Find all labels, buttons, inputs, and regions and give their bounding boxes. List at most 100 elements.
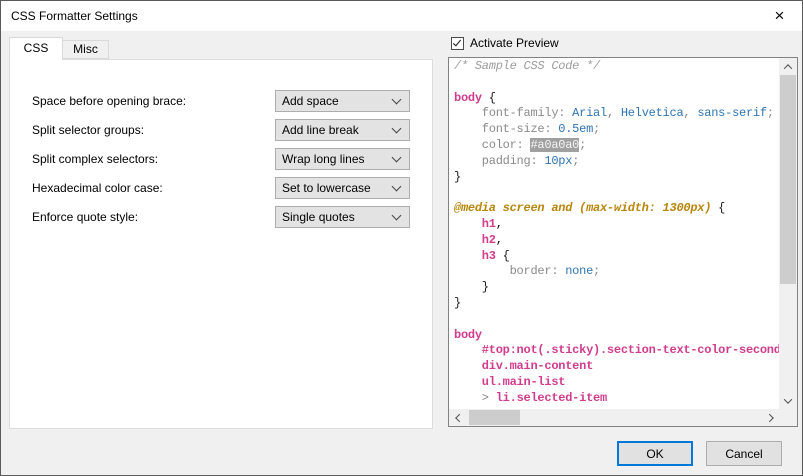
window-title: CSS Formatter Settings [1,9,757,23]
code-token: { [496,249,510,263]
scroll-down-button[interactable] [779,392,797,409]
close-icon: × [775,6,785,26]
horizontal-scrollbar-thumb[interactable] [469,410,520,425]
chevron-down-icon [392,95,402,105]
code-token: div.main-content [454,359,593,373]
cancel-button[interactable]: Cancel [706,441,782,466]
activate-preview-checkbox[interactable]: Activate Preview [451,35,559,51]
chevron-down-icon [784,395,792,403]
chevron-down-icon [392,153,402,163]
combo-selected-value: Wrap long lines [276,152,393,166]
combo-selected-value: Set to lowercase [276,181,393,195]
code-token: none [565,264,593,278]
chevron-down-icon [392,182,402,192]
code-token: border: [454,264,565,278]
chevron-down-icon [392,211,402,221]
activate-preview-label: Activate Preview [470,36,559,50]
code-token: { [711,201,725,215]
code-line: #top:not(.sticky).section-text-color-sec… [454,343,779,359]
code-line: padding: 10px; [454,154,779,170]
code-token: } [454,296,461,310]
code-token: h3 [454,249,496,263]
combobox-5[interactable]: Single quotes [275,206,410,228]
code-token: h1 [454,217,496,231]
code-line: } [454,170,779,186]
form-row: Split complex selectors: Wrap long lines [10,148,432,170]
code-token: { [482,91,496,105]
combo-selected-value: Add line break [276,123,393,137]
code-token: ; [572,154,579,168]
code-token: sans-serif [697,106,767,120]
code-token: @media screen and (max-width: 1300px) [454,201,711,215]
close-button[interactable]: × [757,1,802,31]
code-token: color: [454,138,530,152]
code-token: font-family: [454,106,572,120]
code-token: body [454,328,482,342]
combobox-2[interactable]: Add line break [275,119,410,141]
scroll-left-button[interactable] [449,409,466,426]
ok-button[interactable]: OK [617,441,693,466]
scroll-up-button[interactable] [779,58,797,75]
form-row: Hexadecimal color case: Set to lowercase [10,177,432,199]
code-line: body { [454,91,779,107]
code-line: body [454,328,779,344]
code-line: h1, [454,217,779,233]
code-line: div.main-content [454,359,779,375]
code-line: } [454,296,779,312]
form-label: Split complex selectors: [32,148,158,170]
title-bar: CSS Formatter Settings × [1,1,802,31]
code-line: > li.selected-item [454,391,779,407]
code-token: ul.main-list [454,375,565,389]
code-token: 10px [544,154,572,168]
code-token: #top:not(.sticky).section-text-color-sec… [454,343,779,357]
chevron-left-icon [455,413,463,421]
horizontal-scrollbar[interactable] [449,409,779,426]
code-line: color: #a0a0a0; [454,138,779,154]
chevron-up-icon [784,64,792,72]
code-line: h2, [454,233,779,249]
code-line: } [454,280,779,296]
form-label: Split selector groups: [32,119,144,141]
form-row: Enforce quote style: Single quotes [10,206,432,228]
code-line: font-family: Arial, Helvetica, sans-seri… [454,106,779,122]
code-line [454,75,779,91]
checkmark-icon [453,37,461,46]
code-line [454,312,779,328]
combobox-4[interactable]: Set to lowercase [275,177,410,199]
code-token: font-size: [454,122,558,136]
code-preview: /* Sample CSS Code */ body { font-family… [449,58,779,409]
code-line: @media screen and (max-width: 1300px) { [454,201,779,217]
code-token: h2 [454,233,496,247]
code-line [454,185,779,201]
css-preview-pane: /* Sample CSS Code */ body { font-family… [448,57,798,427]
code-token: 0.5em [558,122,593,136]
code-token: } [454,170,461,184]
tab-css[interactable]: CSS [9,37,63,60]
vertical-scrollbar-thumb[interactable] [780,75,796,284]
css-formatter-settings-dialog: CSS Formatter Settings × CSS Misc Space … [0,0,803,476]
form-label: Space before opening brace: [32,90,186,112]
code-token: Arial [572,106,607,120]
code-token: /* Sample CSS Code */ [454,59,600,73]
chevron-down-icon [392,124,402,134]
scroll-right-button[interactable] [762,409,779,426]
code-token: body [454,91,482,105]
combobox-3[interactable]: Wrap long lines [275,148,410,170]
tab-misc[interactable]: Misc [63,40,109,59]
code-line: h3 { [454,249,779,265]
vertical-scrollbar[interactable] [779,58,797,409]
code-line: /* Sample CSS Code */ [454,59,779,75]
code-token: #a0a0a0 [530,138,579,152]
form-label: Enforce quote style: [32,206,138,228]
code-token: , [683,106,697,120]
code-token: > [454,391,496,405]
code-token: , [496,233,503,247]
checkbox-icon [451,37,464,50]
code-token: } [454,280,489,294]
form-row: Split selector groups: Add line break [10,119,432,141]
scrollbar-corner [779,409,797,426]
form-label: Hexadecimal color case: [32,177,163,199]
combobox-1[interactable]: Add space [275,90,410,112]
code-line: border: none; [454,264,779,280]
code-token: ; [579,138,586,152]
